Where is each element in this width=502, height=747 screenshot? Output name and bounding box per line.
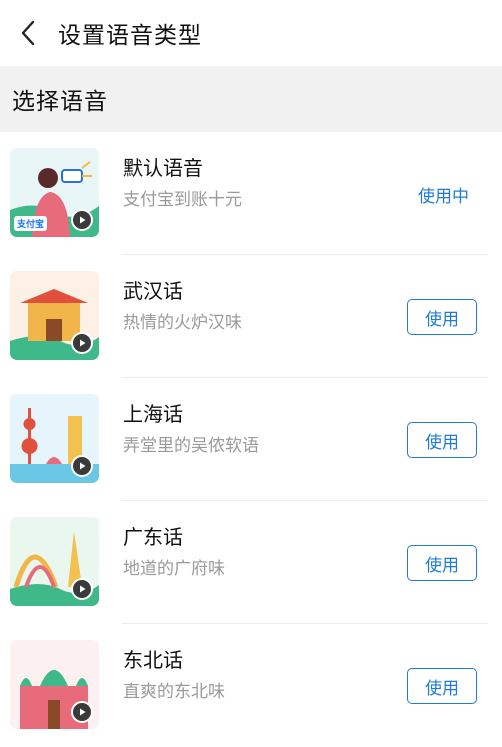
voice-thumbnail[interactable] <box>10 517 99 606</box>
voice-desc: 直爽的东北味 <box>123 682 225 702</box>
use-button[interactable]: 使用 <box>407 422 477 458</box>
play-icon <box>80 216 86 224</box>
play-button[interactable] <box>71 701 93 723</box>
use-button[interactable]: 使用 <box>407 545 477 581</box>
voice-name: 默认语音 <box>123 156 203 180</box>
voice-name: 广东话 <box>123 525 183 549</box>
play-icon <box>80 339 86 347</box>
voice-thumbnail[interactable] <box>10 271 99 360</box>
voice-desc: 支付宝到账十元 <box>123 190 242 210</box>
voice-name: 东北话 <box>123 648 183 672</box>
voice-desc: 地道的广府味 <box>123 559 225 579</box>
use-button[interactable]: 使用 <box>407 299 477 335</box>
voice-item-wuhan[interactable]: 武汉话 热情的火炉汉味 使用 <box>0 255 502 378</box>
voice-thumbnail[interactable] <box>10 640 99 729</box>
play-button[interactable] <box>71 578 93 600</box>
voice-thumbnail[interactable]: 支付宝 <box>10 148 99 237</box>
voice-name: 上海话 <box>123 402 183 426</box>
voice-name: 武汉话 <box>123 279 183 303</box>
play-button[interactable] <box>71 455 93 477</box>
voice-item-default[interactable]: 支付宝 默认语音 支付宝到账十元 使用中 <box>0 132 502 255</box>
play-icon <box>80 708 86 716</box>
use-button[interactable]: 使用 <box>407 668 477 704</box>
voice-desc: 热情的火炉汉味 <box>123 313 242 333</box>
nav-bar: 设置语音类型 <box>0 0 502 66</box>
voice-thumbnail[interactable] <box>10 394 99 483</box>
voice-item-shanghai[interactable]: 上海话 弄堂里的吴侬软语 使用 <box>0 378 502 501</box>
play-icon <box>80 585 86 593</box>
play-button[interactable] <box>71 209 93 231</box>
alipay-logo: 支付宝 <box>14 216 48 231</box>
voice-item-northeast[interactable]: 东北话 直爽的东北味 使用 <box>0 624 502 747</box>
in-use-label: 使用中 <box>418 187 469 207</box>
voice-list: 支付宝 默认语音 支付宝到账十元 使用中 武汉话 热情的火炉汉味 使用 上海话 … <box>0 132 502 747</box>
play-button[interactable] <box>71 332 93 354</box>
back-chevron-icon <box>21 20 35 46</box>
page-title: 设置语音类型 <box>58 23 202 49</box>
back-button[interactable] <box>0 0 58 66</box>
play-icon <box>80 462 86 470</box>
section-header: 选择语音 <box>0 66 502 132</box>
voice-item-cantonese[interactable]: 广东话 地道的广府味 使用 <box>0 501 502 624</box>
voice-desc: 弄堂里的吴侬软语 <box>123 436 259 456</box>
